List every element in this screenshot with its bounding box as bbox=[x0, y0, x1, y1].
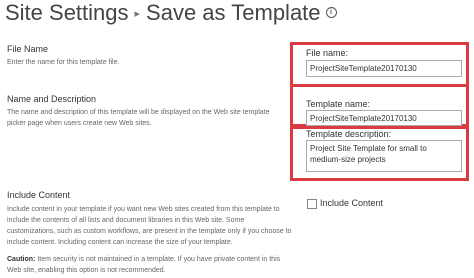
breadcrumb-separator: ▸ bbox=[134, 8, 141, 20]
file-name-label: File name: bbox=[306, 48, 349, 58]
caution-label: Caution: bbox=[7, 256, 36, 263]
template-name-label: Template name: bbox=[306, 99, 371, 109]
breadcrumb-site-settings[interactable]: Site Settings bbox=[5, 0, 129, 25]
section-heading-include-content: Include Content bbox=[7, 190, 71, 200]
info-icon[interactable]: i bbox=[325, 6, 337, 18]
template-description-textarea[interactable]: Project Site Template for small to mediu… bbox=[306, 140, 462, 172]
name-description-text-line1: The name and description of this templat… bbox=[7, 109, 270, 116]
template-description-label: Template description: bbox=[306, 129, 392, 139]
name-description-text-line2: picker page when users create new Web si… bbox=[7, 120, 152, 127]
section-heading-file-name: File Name bbox=[7, 44, 49, 54]
caution-message-line1: Item security is not maintained in a tem… bbox=[35, 256, 281, 263]
include-content-description-line4: include content. Including content can i… bbox=[7, 239, 233, 246]
caution-text-line2: Web site, enabling this option is not re… bbox=[7, 267, 166, 274]
template-name-input[interactable]: ProjectSiteTemplate20170130 bbox=[306, 110, 462, 126]
include-content-checkbox-label[interactable]: Include Content bbox=[320, 198, 383, 208]
section-heading-name-description: Name and Description bbox=[7, 94, 97, 104]
include-content-checkbox[interactable] bbox=[307, 199, 317, 209]
file-name-input[interactable]: ProjectSiteTemplate20170130 bbox=[306, 60, 462, 77]
include-content-description-line1: Include content in your template if you … bbox=[7, 206, 280, 213]
caution-text-line1: Caution: Item security is not maintained… bbox=[7, 254, 280, 265]
page-title-text: Save as Template bbox=[146, 0, 321, 25]
file-name-description: Enter the name for this template file. bbox=[7, 59, 120, 66]
page-title: Site Settings ▸ Save as Template i bbox=[5, 0, 337, 26]
include-content-description-line3: customizations, such as custom workflows… bbox=[7, 228, 292, 235]
include-content-description-line2: include the contents of all lists and do… bbox=[7, 217, 245, 224]
